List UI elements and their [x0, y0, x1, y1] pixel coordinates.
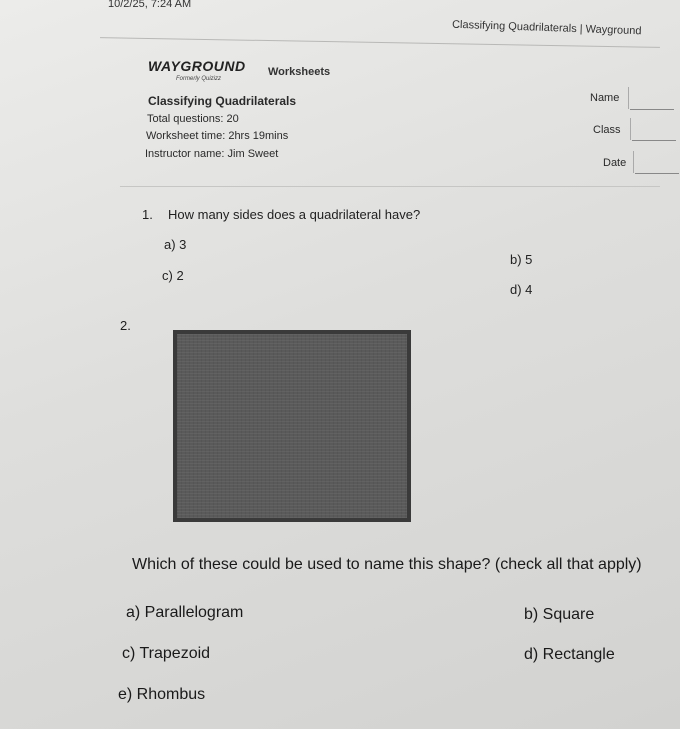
q1-number: 1. — [142, 207, 153, 222]
date-field-edge — [633, 151, 634, 173]
name-field[interactable] — [630, 109, 674, 110]
wayground-logo: WAYGROUND — [148, 58, 246, 74]
q1-option-a[interactable]: a) 3 — [164, 237, 186, 252]
date-field[interactable] — [635, 173, 679, 174]
worksheet-time: Worksheet time: 2hrs 19mins — [146, 130, 289, 142]
name-label: Name — [590, 92, 620, 104]
worksheet-page: 10/2/25, 7:24 AM Classifying Quadrilater… — [0, 0, 680, 729]
q1-text: How many sides does a quadrilateral have… — [168, 207, 421, 222]
q1-option-b[interactable]: b) 5 — [510, 252, 532, 267]
header-rule — [100, 37, 660, 48]
q2-text: Which of these could be used to name thi… — [132, 556, 642, 573]
class-label: Class — [593, 124, 621, 136]
total-questions: Total questions: 20 — [147, 113, 239, 125]
date-label: Date — [603, 157, 627, 169]
name-field-edge — [628, 87, 629, 109]
q2-option-d[interactable]: d) Rectangle — [524, 646, 615, 664]
q2-number: 2. — [120, 318, 131, 333]
q2-option-e[interactable]: e) Rhombus — [118, 686, 205, 704]
quadrilateral-image — [173, 330, 411, 522]
worksheets-label: Worksheets — [268, 66, 331, 78]
q1-option-d[interactable]: d) 4 — [510, 282, 532, 297]
class-field[interactable] — [632, 140, 676, 141]
q2-option-c[interactable]: c) Trapezoid — [122, 645, 210, 663]
worksheet-title: Classifying Quadrilaterals — [148, 94, 297, 108]
class-field-edge — [630, 118, 631, 140]
meta-rule — [120, 186, 660, 187]
instructor-name: Instructor name: Jim Sweet — [145, 148, 279, 160]
q2-option-a[interactable]: a) Parallelogram — [126, 604, 243, 622]
print-timestamp: 10/2/25, 7:24 AM — [108, 0, 192, 10]
formerly-label: Formerly Quizizz — [176, 76, 222, 82]
brand-block: WAYGROUND Formerly Quizizz — [148, 58, 246, 82]
q2-option-b[interactable]: b) Square — [524, 606, 594, 624]
q1-option-c[interactable]: c) 2 — [162, 268, 184, 283]
print-page-title: Classifying Quadrilaterals | Wayground — [451, 18, 642, 38]
